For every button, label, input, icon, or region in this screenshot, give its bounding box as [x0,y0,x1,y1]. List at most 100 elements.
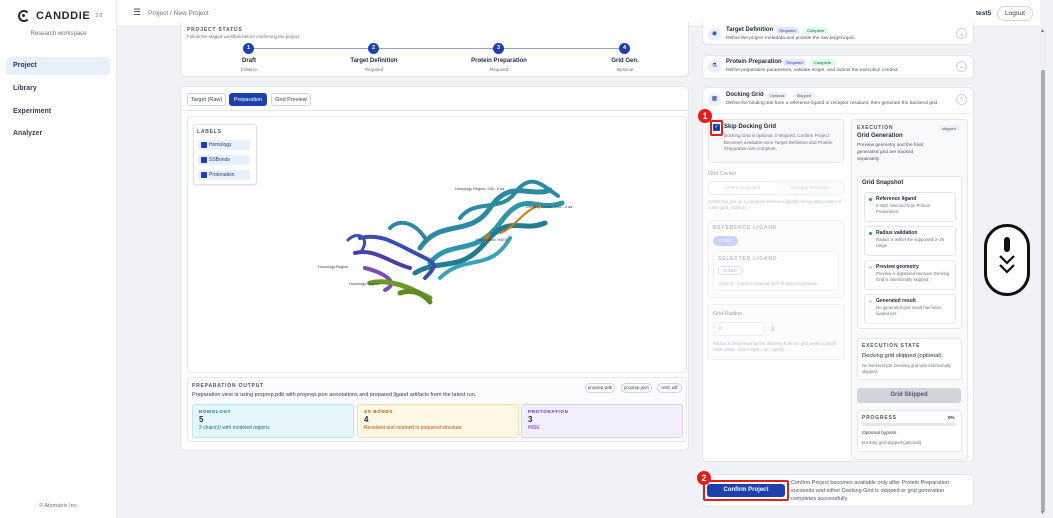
docking-divider [702,113,974,114]
snapshot-item-desc: Preview is bypassed because Docking Grid… [876,271,950,283]
stat-homology-value: 5 [199,415,204,424]
grid-radius-label: Grid Radius [713,311,743,317]
snapshot-reference-ligand: Reference ligand II-V6G selected from Pro… [864,192,956,222]
step-4-dot: 4 [619,43,630,54]
target-expand-chevron-icon[interactable]: ⌄ [956,28,967,39]
status-dot-icon [869,198,872,201]
status-dot-icon [869,266,872,269]
step-2-dot: 2 [368,43,379,54]
step-1-dot: 1 [243,43,254,54]
label-toggle-protonation[interactable]: Protonation [198,170,250,180]
stat-ssbonds-desc: Resolved and retained in prepared struct… [364,425,462,431]
step-3-name: Protein Preparation [471,58,527,64]
prep-output-desc: Preparation view is using proprep.pdb wi… [192,392,477,398]
execution-state-title: EXECUTION STATE [862,343,921,349]
scroll-down-icon[interactable]: ▼ [1040,510,1045,516]
tab-grid-preview[interactable]: Grid Preview [271,93,311,106]
grid-snapshot-title: Grid Snapshot [862,180,904,186]
skip-docking-label[interactable]: Skip Docking Grid [724,124,776,130]
skip-docking-checkbox[interactable]: ✓ [713,124,720,131]
project-status-title: PROJECT STATUS [187,27,243,33]
execution-state-value: Docking grid skipped (optional). [862,353,944,359]
annotation-homology-3: Homology Region [349,282,380,286]
stat-protonation-value: 3 [528,415,533,424]
brand-name: CANDDIE [36,10,91,22]
sidebar-item-experiment[interactable]: Experiment [6,103,110,121]
project-status-subtitle: Follow the staged workflow before confir… [187,34,301,39]
target-definition-title: Target Definition [726,27,774,33]
step-4-name: Grid Gen. [611,58,639,64]
file-chip-proprep-pdb[interactable]: proprep.pdb [585,383,615,393]
labels-title: LABELS [197,129,222,135]
file-chip-proprep-json[interactable]: proprep.json [621,383,652,393]
breadcrumb: Project / New Project [148,10,209,17]
docking-collapse-chevron-icon[interactable]: ⌃ [956,94,967,105]
tab-preparation[interactable]: Preparation [229,93,267,106]
stat-ssbonds-value: 4 [364,415,369,424]
sidebar-item-library[interactable]: Library [6,80,110,98]
stat-protonation-desc: HISE [528,425,540,431]
grid-center-label: Grid Center [708,171,737,177]
selected-ligand-chip: II-V6G [718,266,743,275]
snapshot-item-title: Generated result [876,298,916,304]
target-definition-icon: ◉ [708,28,721,41]
confirm-desc: Confirm Project becomes available only a… [791,480,950,502]
protein-structure-render [346,179,565,305]
progress-line-2: Docking grid skipped (optional). [862,440,923,445]
scrollbar-thumb[interactable] [1041,70,1045,512]
skip-docking-desc: Docking Grid is optional. If skipped, Co… [724,133,833,151]
sidebar-item-project[interactable]: Project [6,57,110,75]
protein-preparation-icon: ⚗ [708,60,721,73]
protein-preparation-title: Protein Preparation [726,59,782,65]
stat-card-protonation: PROTONATION 3 HISE [521,404,683,438]
protein-preparation-desc: Define preparation parameters, validate … [726,68,899,73]
snapshot-radius-validation: Radius validation Radius is within the su… [864,226,956,256]
target-badge-required: Required [776,27,799,34]
stat-card-ssbonds: SS BONDS 4 Resolved and retained in prep… [357,404,519,438]
label-toggle-ssbonds[interactable]: SSBonds [198,155,250,165]
scroll-down-chevrons-icon [999,255,1015,274]
step-2-sub: Required [364,67,384,72]
sidebar-item-analyzer[interactable]: Analyzer [6,125,110,143]
grid-center-ref-ligand-option[interactable]: Reference Ligand [710,183,775,193]
step-1-sub: Initialize [240,67,258,72]
snapshot-item-desc: No generated grid result has been loaded… [876,305,941,317]
confirm-project-button[interactable]: Confirm Project [707,484,785,497]
snapshot-preview-geometry: Preview geometry Preview is bypassed beca… [864,260,956,290]
execution-state-desc: No backend job. Docking grid was intenti… [862,363,951,374]
menu-icon[interactable]: ☰ [133,7,141,18]
grid-center-note: Center the grid on a prepared reference … [708,199,841,210]
logout-button[interactable]: Logout [997,6,1033,21]
grid-center-residues-option[interactable]: Receptor Residues [777,183,842,193]
grid-skipped-button[interactable]: Grid Skipped [857,388,961,403]
reference-ligand-chip[interactable]: II-V6G [713,236,738,246]
stat-card-homology: HOMOLOGY 5 2 chain(s) with modeled regio… [192,404,354,438]
stat-homology-title: HOMOLOGY [199,409,232,414]
step-marker-2: 2 [697,471,711,485]
progress-percent: 0% [948,415,955,420]
stat-protonation-title: PROTONATION [528,409,569,414]
docking-badge-optional: Optional [766,92,788,99]
snapshot-item-title: Preview geometry [876,264,919,270]
file-chip-v6g-sdf[interactable]: V6G.sdf [657,383,682,393]
docking-badge-skipped: Skipped [793,92,815,99]
protein-expand-chevron-icon[interactable]: ⌄ [956,61,967,72]
stat-homology-desc: 2 chain(s) with modeled regions [199,425,270,431]
scroll-up-icon[interactable]: ▲ [1040,28,1045,34]
snapshot-item-desc: II-V6G selected from Protein Preparation… [876,203,931,215]
logo-icon [18,10,30,22]
execution-desc: Preview geometry and the final generated… [857,143,923,162]
panel-target-definition[interactable] [702,22,974,45]
docking-grid-icon: ▦ [708,93,721,106]
tab-target-raw[interactable]: Target (Raw) [187,93,226,106]
step-1-name: Draft [241,58,256,64]
grid-radius-input[interactable]: 8 [713,322,765,336]
snapshot-generated-result: Generated result No generated grid result… [864,294,956,324]
brand-version: 2.0 [95,13,103,19]
reference-ligand-title: REFERENCE LIGAND [713,225,778,231]
step-4-sub: Optional [616,67,634,72]
docking-grid-title: Docking Grid [726,92,764,98]
status-dot-icon [869,232,872,235]
execution-badge-skipped: skipped [938,125,960,132]
label-toggle-homology[interactable]: Homology [198,140,250,150]
